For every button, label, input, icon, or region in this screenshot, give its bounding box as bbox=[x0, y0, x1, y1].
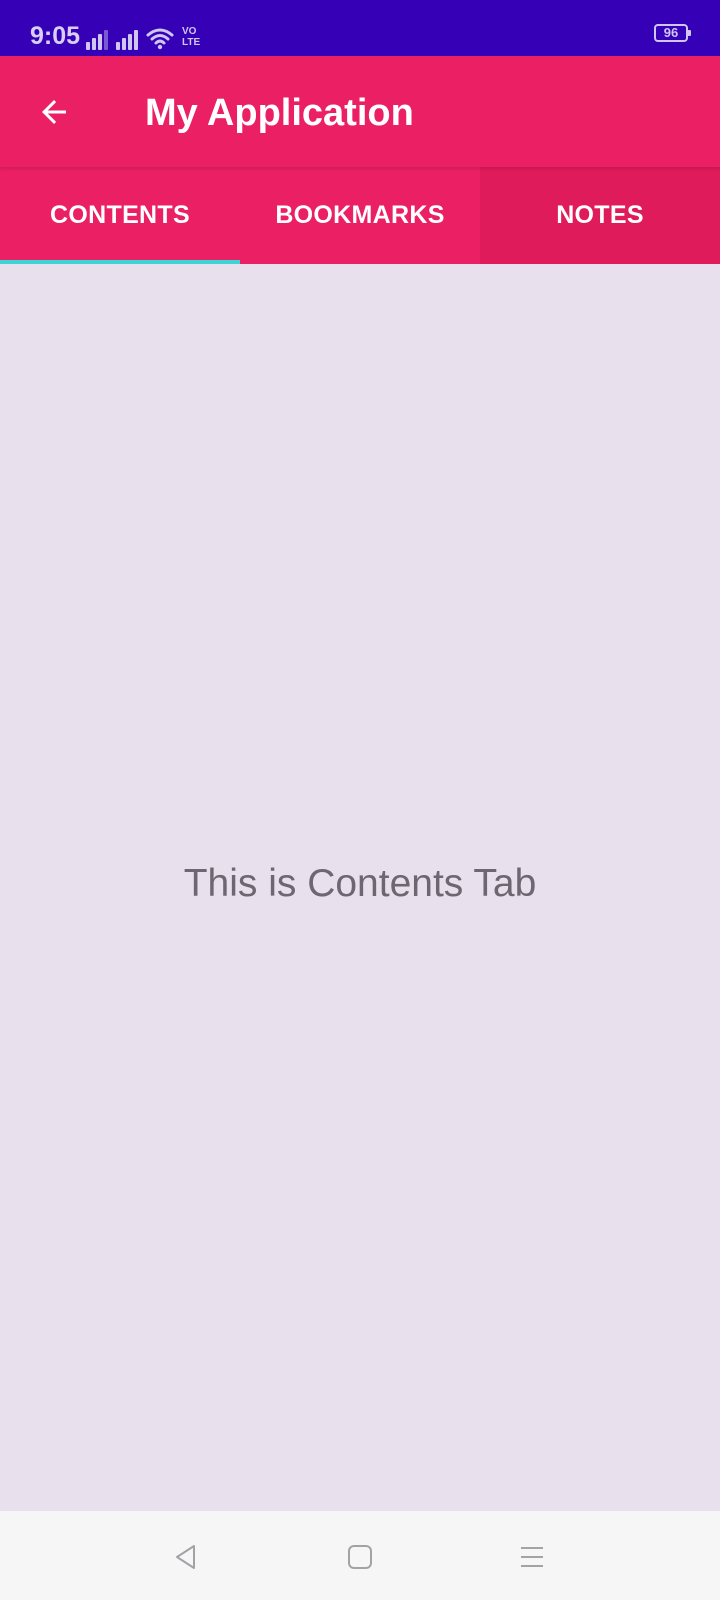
volte-icon: VO LTE bbox=[182, 26, 201, 48]
tab-label: BOOKMARKS bbox=[275, 201, 445, 229]
screen: 9:05 VO LTE 96 My Application CONTENTS B… bbox=[0, 0, 720, 1600]
signal-icon bbox=[116, 28, 138, 50]
tab-label: NOTES bbox=[556, 201, 644, 229]
tab-notes[interactable]: NOTES bbox=[480, 167, 720, 264]
status-time: 9:05 bbox=[30, 22, 81, 50]
status-bar: 9:05 VO LTE 96 bbox=[0, 0, 720, 56]
tab-bookmarks[interactable]: BOOKMARKS bbox=[240, 167, 480, 264]
home-square-icon bbox=[348, 1545, 372, 1569]
nav-home-button[interactable] bbox=[336, 1533, 384, 1581]
nav-bar bbox=[0, 1511, 720, 1600]
tab-indicator bbox=[0, 260, 240, 264]
tab-contents[interactable]: CONTENTS bbox=[0, 167, 240, 264]
nav-back-button[interactable] bbox=[162, 1533, 210, 1581]
content-text: This is Contents Tab bbox=[183, 862, 537, 905]
signal-icon bbox=[86, 28, 108, 50]
status-icons: VO LTE bbox=[86, 22, 200, 50]
back-button[interactable] bbox=[26, 84, 82, 140]
arrow-back-icon bbox=[42, 100, 66, 124]
tab-label: CONTENTS bbox=[50, 201, 190, 229]
nav-menu-button[interactable] bbox=[508, 1533, 556, 1581]
wifi-icon bbox=[146, 28, 174, 50]
tab-bar: CONTENTS BOOKMARKS NOTES bbox=[0, 167, 720, 264]
back-triangle-icon bbox=[176, 1545, 195, 1569]
menu-lines-icon bbox=[521, 1547, 543, 1567]
app-bar: My Application bbox=[0, 56, 720, 167]
page-title: My Application bbox=[145, 92, 414, 134]
battery-icon: 96 bbox=[654, 24, 691, 42]
